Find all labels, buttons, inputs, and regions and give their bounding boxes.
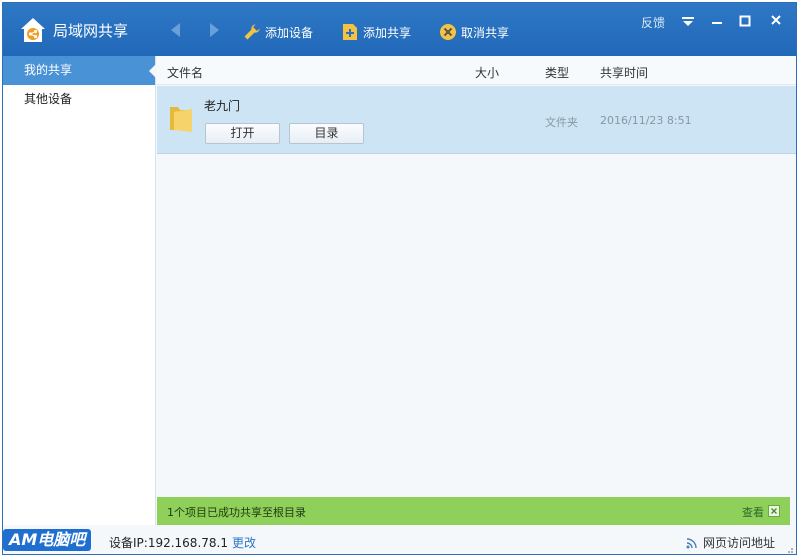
close-icon[interactable]: [765, 11, 787, 31]
app-window: 局域网共享 添加设备 添加共享 取消共享 反馈 我的共享 其他设备 文件名 大小…: [2, 2, 797, 555]
resize-grip-icon[interactable]: [784, 544, 794, 554]
change-ip-link[interactable]: 更改: [232, 534, 256, 551]
row-type: 文件夹: [545, 116, 578, 129]
sidebar-item-my-shares[interactable]: 我的共享: [3, 56, 156, 85]
column-header: 文件名 大小 类型 共享时间: [157, 56, 796, 85]
add-share-label: 添加共享: [363, 25, 412, 40]
directory-button[interactable]: 目录: [289, 123, 364, 144]
row-filename: 老九门: [204, 99, 241, 113]
column-size[interactable]: 大小: [475, 64, 499, 81]
sidebar-item-label: 我的共享: [24, 63, 73, 77]
watermark-logo: AM电脑吧: [3, 529, 92, 551]
column-type[interactable]: 类型: [545, 64, 569, 81]
web-access-link[interactable]: 网页访问地址: [686, 534, 775, 551]
menu-dropdown-icon[interactable]: [677, 11, 699, 31]
view-link[interactable]: 查看: [742, 504, 764, 520]
rss-icon: [686, 537, 697, 548]
back-arrow-icon[interactable]: [168, 22, 182, 38]
add-share-button[interactable]: 添加共享: [341, 22, 411, 42]
add-device-label: 添加设备: [265, 25, 314, 40]
close-notification-icon[interactable]: [768, 505, 780, 517]
share-list: 文件名 大小 类型 共享时间 老九门 打开 目录 文件夹 2016/11/23 …: [157, 56, 796, 526]
sidebar-item-label: 其他设备: [24, 92, 73, 106]
maximize-icon[interactable]: [734, 11, 756, 31]
column-name[interactable]: 文件名: [167, 64, 203, 81]
status-bar: AM电脑吧 设备IP:192.168.78.1 更改 网页访问地址: [3, 525, 796, 554]
folder-icon: [170, 107, 192, 132]
table-row[interactable]: 老九门 打开 目录 文件夹 2016/11/23 8:51: [157, 86, 796, 154]
web-access-label: 网页访问地址: [703, 536, 776, 550]
minimize-icon[interactable]: [706, 11, 728, 31]
feedback-link[interactable]: 反馈: [641, 14, 665, 31]
column-time[interactable]: 共享时间: [600, 64, 648, 81]
notification-bar: 1个项目已成功共享至根目录 查看: [157, 497, 790, 525]
open-button[interactable]: 打开: [205, 123, 280, 144]
app-title: 局域网共享: [53, 22, 129, 40]
app-logo-icon: [21, 18, 45, 42]
device-ip: 设备IP:192.168.78.1: [109, 536, 228, 550]
sidebar: 我的共享 其他设备: [3, 56, 156, 554]
add-file-icon: [343, 24, 357, 40]
wrench-icon: [244, 24, 260, 40]
cancel-share-label: 取消共享: [461, 25, 510, 40]
add-device-button[interactable]: 添加设备: [243, 22, 313, 42]
notification-text: 1个项目已成功共享至根目录: [167, 506, 306, 519]
forward-arrow-icon[interactable]: [208, 22, 222, 38]
row-share-time: 2016/11/23 8:51: [600, 114, 692, 127]
active-indicator: [149, 64, 156, 78]
cancel-icon: [440, 24, 456, 40]
title-bar: 局域网共享 添加设备 添加共享 取消共享 反馈: [3, 3, 796, 56]
sidebar-item-other-devices[interactable]: 其他设备: [3, 85, 155, 114]
cancel-share-button[interactable]: 取消共享: [439, 22, 509, 42]
